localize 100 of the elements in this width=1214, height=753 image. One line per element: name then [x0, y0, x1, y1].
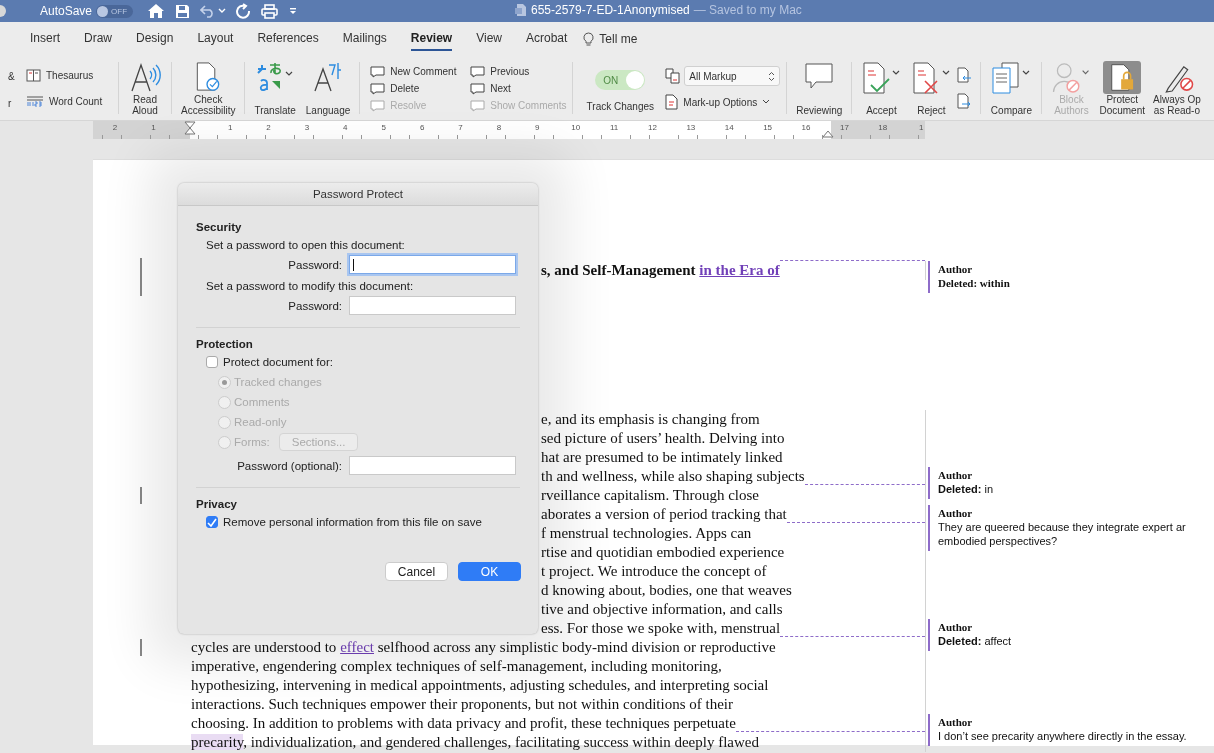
ruler-number: 9	[535, 123, 540, 132]
comment-author: Author	[938, 468, 974, 482]
comment-text: Deleted: within	[938, 276, 1011, 290]
book-icon	[26, 68, 41, 82]
document-text-line: rtise and quotidian embodied experience	[541, 543, 785, 562]
ruler-number: 8	[496, 123, 502, 132]
ruler-number: 3	[304, 123, 310, 132]
previous-change-icon[interactable]	[956, 66, 973, 84]
document-text-line: rveillance capitalism. Through close	[541, 486, 759, 505]
reviewing-button[interactable]: Reviewing	[791, 56, 848, 120]
dialog-button[interactable]: OK	[458, 562, 521, 581]
comment-balloon[interactable]: Author I don’t see precarity anywhere directly in the essay.	[928, 714, 1214, 746]
ribbon-tab[interactable]: Review	[410, 31, 453, 51]
prompt-text: Set a password to open this document:	[205, 239, 406, 251]
document-text-line: cycles are understood to effect selfhood across any simplistic body-mind division or reproductive	[191, 638, 776, 657]
check-accessibility-button[interactable]: Check Accessibility	[176, 56, 241, 120]
document-check-icon	[861, 61, 902, 95]
word-count-button[interactable]: Word Count	[26, 95, 114, 108]
checkbox[interactable]	[206, 516, 218, 528]
home-icon[interactable]	[147, 3, 166, 19]
accept-button[interactable]: Accept	[856, 56, 907, 120]
translate-icon	[256, 61, 295, 93]
document-icon	[514, 3, 527, 17]
radio-button[interactable]	[218, 415, 231, 429]
ribbon-tab[interactable]: Layout	[197, 31, 234, 51]
ruler-number: 15	[763, 123, 773, 132]
document-text-line: interactions. Such techniques empower their proponents, but not within conditions of their	[191, 695, 733, 714]
caret-icon[interactable]	[218, 8, 227, 14]
translate-button[interactable]: Translate	[249, 56, 301, 120]
field-label: Password (optional):	[236, 459, 342, 472]
ribbon-tab[interactable]: Insert	[30, 31, 60, 51]
stepper-icon	[768, 70, 776, 82]
word-count-icon	[26, 95, 44, 108]
radio-button[interactable]	[218, 375, 231, 389]
indent-marker-icon[interactable]	[822, 130, 834, 138]
comment-author: Author	[938, 262, 974, 276]
ribbon-label: &	[8, 71, 16, 82]
ribbon-tab[interactable]: References	[257, 31, 319, 51]
speech-bubble-icon	[470, 81, 486, 95]
compare-button[interactable]: Compare	[985, 56, 1038, 120]
track-changes-label: Track Changes	[586, 101, 654, 112]
password-field[interactable]	[349, 456, 516, 475]
redo-icon[interactable]	[236, 3, 252, 19]
protect-document-button[interactable]: Protect Document	[1096, 58, 1148, 118]
comment-tool-button[interactable]: Next	[470, 81, 569, 95]
option-label: Tracked changes	[234, 376, 322, 388]
language-icon	[313, 61, 344, 93]
ruler-number: 2	[112, 123, 118, 132]
document-text-line: precarity, individualization, and gendered challenges, facilitating success within deeply flawed	[191, 733, 759, 752]
speech-bubble-icon	[470, 98, 486, 112]
always-open-read-only-button[interactable]: Always Op as Read-o	[1148, 56, 1206, 120]
reject-button[interactable]: Reject	[906, 56, 957, 120]
ribbon-tab[interactable]: Acrobat	[525, 31, 568, 51]
ruler-number: 4	[343, 123, 348, 132]
remove-personal-info-checkbox[interactable]: Remove personal information from this file on save	[196, 516, 538, 528]
ruler-number: 1	[918, 123, 924, 132]
document-text-line: e, and its emphasis is changing from	[541, 410, 760, 429]
document-text-line: hat are presumed to be intimately linked	[541, 448, 783, 467]
comment-tool-button[interactable]: New Comment	[370, 64, 471, 78]
password-field[interactable]	[349, 296, 516, 315]
comment-author: Author	[938, 506, 974, 520]
markup-select[interactable]: All Markup	[684, 66, 781, 86]
autosave-label: AutoSave	[40, 4, 93, 18]
ruler-number: 1	[151, 123, 156, 132]
ribbon-tab[interactable]: Draw	[84, 31, 113, 51]
comment-tool-button[interactable]: Delete	[370, 81, 471, 95]
checkbox[interactable]	[206, 356, 218, 368]
print-icon[interactable]	[261, 3, 279, 19]
markup-options-button[interactable]: Mark-up Options	[665, 94, 781, 110]
read-aloud-button[interactable]: Read Aloud	[123, 56, 167, 120]
radio-button[interactable]	[218, 395, 231, 409]
tell-me-field[interactable]: Tell me	[599, 32, 638, 46]
next-change-icon[interactable]	[956, 92, 973, 110]
document-text-line: choosing. In addition to problems with data privacy and profit, these techniques perpetuate	[191, 714, 736, 733]
radio-button[interactable]	[218, 435, 231, 449]
ruler-number: 1	[227, 123, 233, 132]
autosave-toggle[interactable]: OFF	[96, 4, 134, 18]
document-text-line: hypothesizing, intervening in medical appointments, adjusting schedules, and interpreting social	[191, 676, 769, 695]
password-field[interactable]	[349, 255, 516, 274]
ribbon-tab[interactable]: Mailings	[342, 31, 387, 51]
ruler-number: 12	[648, 123, 657, 132]
thesaurus-button[interactable]: Thesaurus	[26, 68, 114, 82]
save-icon[interactable]	[175, 3, 191, 19]
save-status: — Saved to my Mac	[693, 3, 802, 17]
language-button[interactable]: Language	[300, 56, 356, 120]
ruler-number: 16	[801, 123, 811, 132]
field-label: Password:	[287, 299, 342, 312]
ribbon-tab[interactable]: View	[476, 31, 502, 51]
option-label: Forms:	[234, 436, 270, 448]
ribbon-tab[interactable]: Design	[136, 31, 174, 51]
section-heading: Protection	[196, 338, 254, 350]
prompt-text: Set a password to modify this document:	[205, 280, 415, 292]
more-icon[interactable]	[288, 7, 299, 15]
comment-text: embodied perspectives?	[938, 534, 1059, 548]
caret-icon	[762, 99, 771, 105]
protect-document-checkbox[interactable]: Protect document for:	[196, 356, 538, 368]
ruler-number: 11	[609, 123, 619, 132]
dialog-button[interactable]: Cancel	[385, 562, 448, 581]
document-text-line: aborates a version of period tracking that	[541, 505, 787, 524]
comment-tool-button[interactable]: Previous	[470, 64, 569, 78]
